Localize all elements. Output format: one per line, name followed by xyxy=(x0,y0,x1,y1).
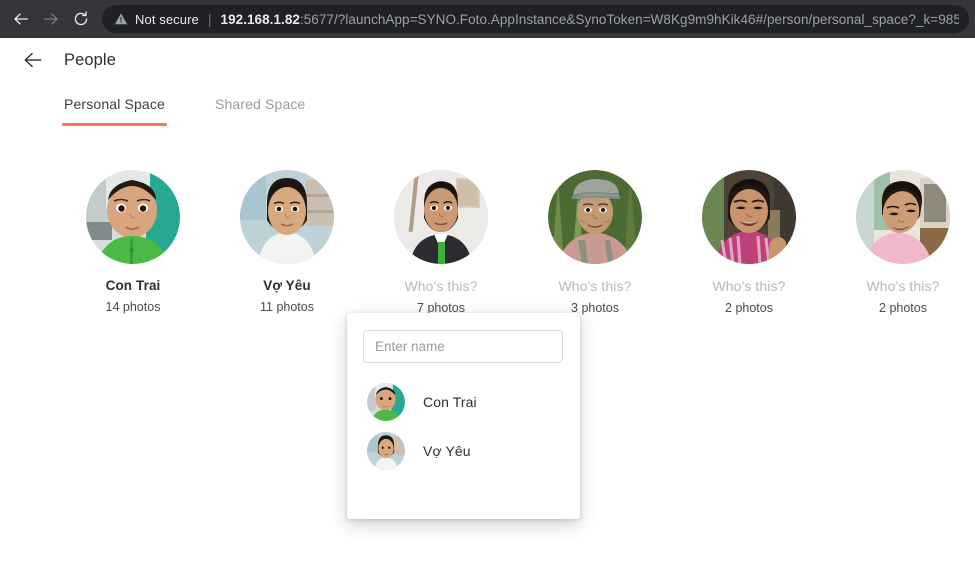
name-suggestion-label: Con Trai xyxy=(423,393,477,410)
tab-personal-space-label: Personal Space xyxy=(64,96,165,112)
name-suggestion-item[interactable]: Vợ Yêu xyxy=(363,426,564,475)
avatar[interactable] xyxy=(702,170,796,264)
address-bar[interactable]: Not secure | 192.168.1.82:5677/?launchAp… xyxy=(102,5,969,33)
avatar[interactable] xyxy=(548,170,642,264)
person-name: Who's this? xyxy=(712,278,786,294)
avatar[interactable] xyxy=(86,170,180,264)
app-back-button[interactable] xyxy=(16,43,50,77)
people-grid: Con Trai 14 photos Vợ Yêu 11 photos Who'… xyxy=(0,170,975,315)
person-name: Who's this? xyxy=(558,278,632,294)
name-suggestion-list: Con Trai Vợ Yêu xyxy=(363,377,564,475)
reload-button[interactable] xyxy=(66,4,96,34)
synology-photos-app: People Personal Space Shared Space Con T… xyxy=(0,38,975,584)
avatar xyxy=(367,382,405,421)
person-photo-count: 2 photos xyxy=(879,301,927,315)
person-name: Who's this? xyxy=(404,278,478,294)
smiling-woman-pink-stripes-photo xyxy=(702,170,796,264)
space-tabs: Personal Space Shared Space xyxy=(62,90,353,126)
person-name: Vợ Yêu xyxy=(263,278,311,293)
name-input[interactable] xyxy=(363,330,563,363)
name-suggestion-label: Vợ Yêu xyxy=(423,442,471,459)
app-header: People xyxy=(0,38,975,82)
avatar xyxy=(367,431,405,470)
woman-looking-down-photo xyxy=(856,170,950,264)
toddler-green-shirt-photo xyxy=(86,170,180,264)
avatar[interactable] xyxy=(240,170,334,264)
person-card[interactable]: Who's this? 2 photos xyxy=(826,170,975,315)
url-host: 192.168.1.82 xyxy=(220,11,300,27)
person-card[interactable]: Who's this? 7 photos xyxy=(364,170,518,315)
person-name: Con Trai xyxy=(105,278,161,293)
assign-name-popup: Con Trai xyxy=(347,313,580,519)
tab-shared-space-label: Shared Space xyxy=(214,96,306,112)
young-woman-white-top-photo xyxy=(367,431,405,470)
avatar[interactable] xyxy=(856,170,950,264)
omnibox-separator: | xyxy=(207,11,212,27)
person-photo-count: 14 photos xyxy=(105,300,161,314)
name-suggestion-item[interactable]: Con Trai xyxy=(363,377,564,426)
url-text: 192.168.1.82:5677/?launchApp=SYNO.Foto.A… xyxy=(221,12,959,27)
arrow-right-icon xyxy=(44,13,58,25)
person-card[interactable]: Who's this? 3 photos xyxy=(518,170,672,315)
page-title: People xyxy=(64,50,116,69)
arrow-left-icon xyxy=(14,13,28,25)
person-card[interactable]: Who's this? 2 photos xyxy=(672,170,826,315)
arrow-left-icon xyxy=(24,52,42,68)
young-woman-white-top-photo xyxy=(240,170,334,264)
person-card[interactable]: Vợ Yêu 11 photos xyxy=(210,170,364,315)
avatar[interactable] xyxy=(394,170,488,264)
person-card[interactable]: Con Trai 14 photos xyxy=(56,170,210,315)
tab-personal-space[interactable]: Personal Space xyxy=(62,90,167,126)
browser-toolbar: Not secure | 192.168.1.82:5677/?launchAp… xyxy=(0,0,975,38)
warning-triangle-icon[interactable] xyxy=(114,12,128,26)
tab-shared-space[interactable]: Shared Space xyxy=(213,90,308,126)
forward-button[interactable] xyxy=(36,4,66,34)
person-photo-count: 11 photos xyxy=(260,300,314,314)
reload-icon xyxy=(74,11,88,26)
url-path: :5677/?launchApp=SYNO.Foto.AppInstance&S… xyxy=(299,11,959,27)
person-name: Who's this? xyxy=(866,278,940,294)
back-button[interactable] xyxy=(6,4,36,34)
person-photo-count: 2 photos xyxy=(725,301,773,315)
elder-man-flat-cap-photo xyxy=(548,170,642,264)
young-man-indoor-photo xyxy=(394,170,488,264)
security-status-label: Not secure xyxy=(135,11,199,27)
toddler-green-shirt-photo xyxy=(367,382,405,421)
